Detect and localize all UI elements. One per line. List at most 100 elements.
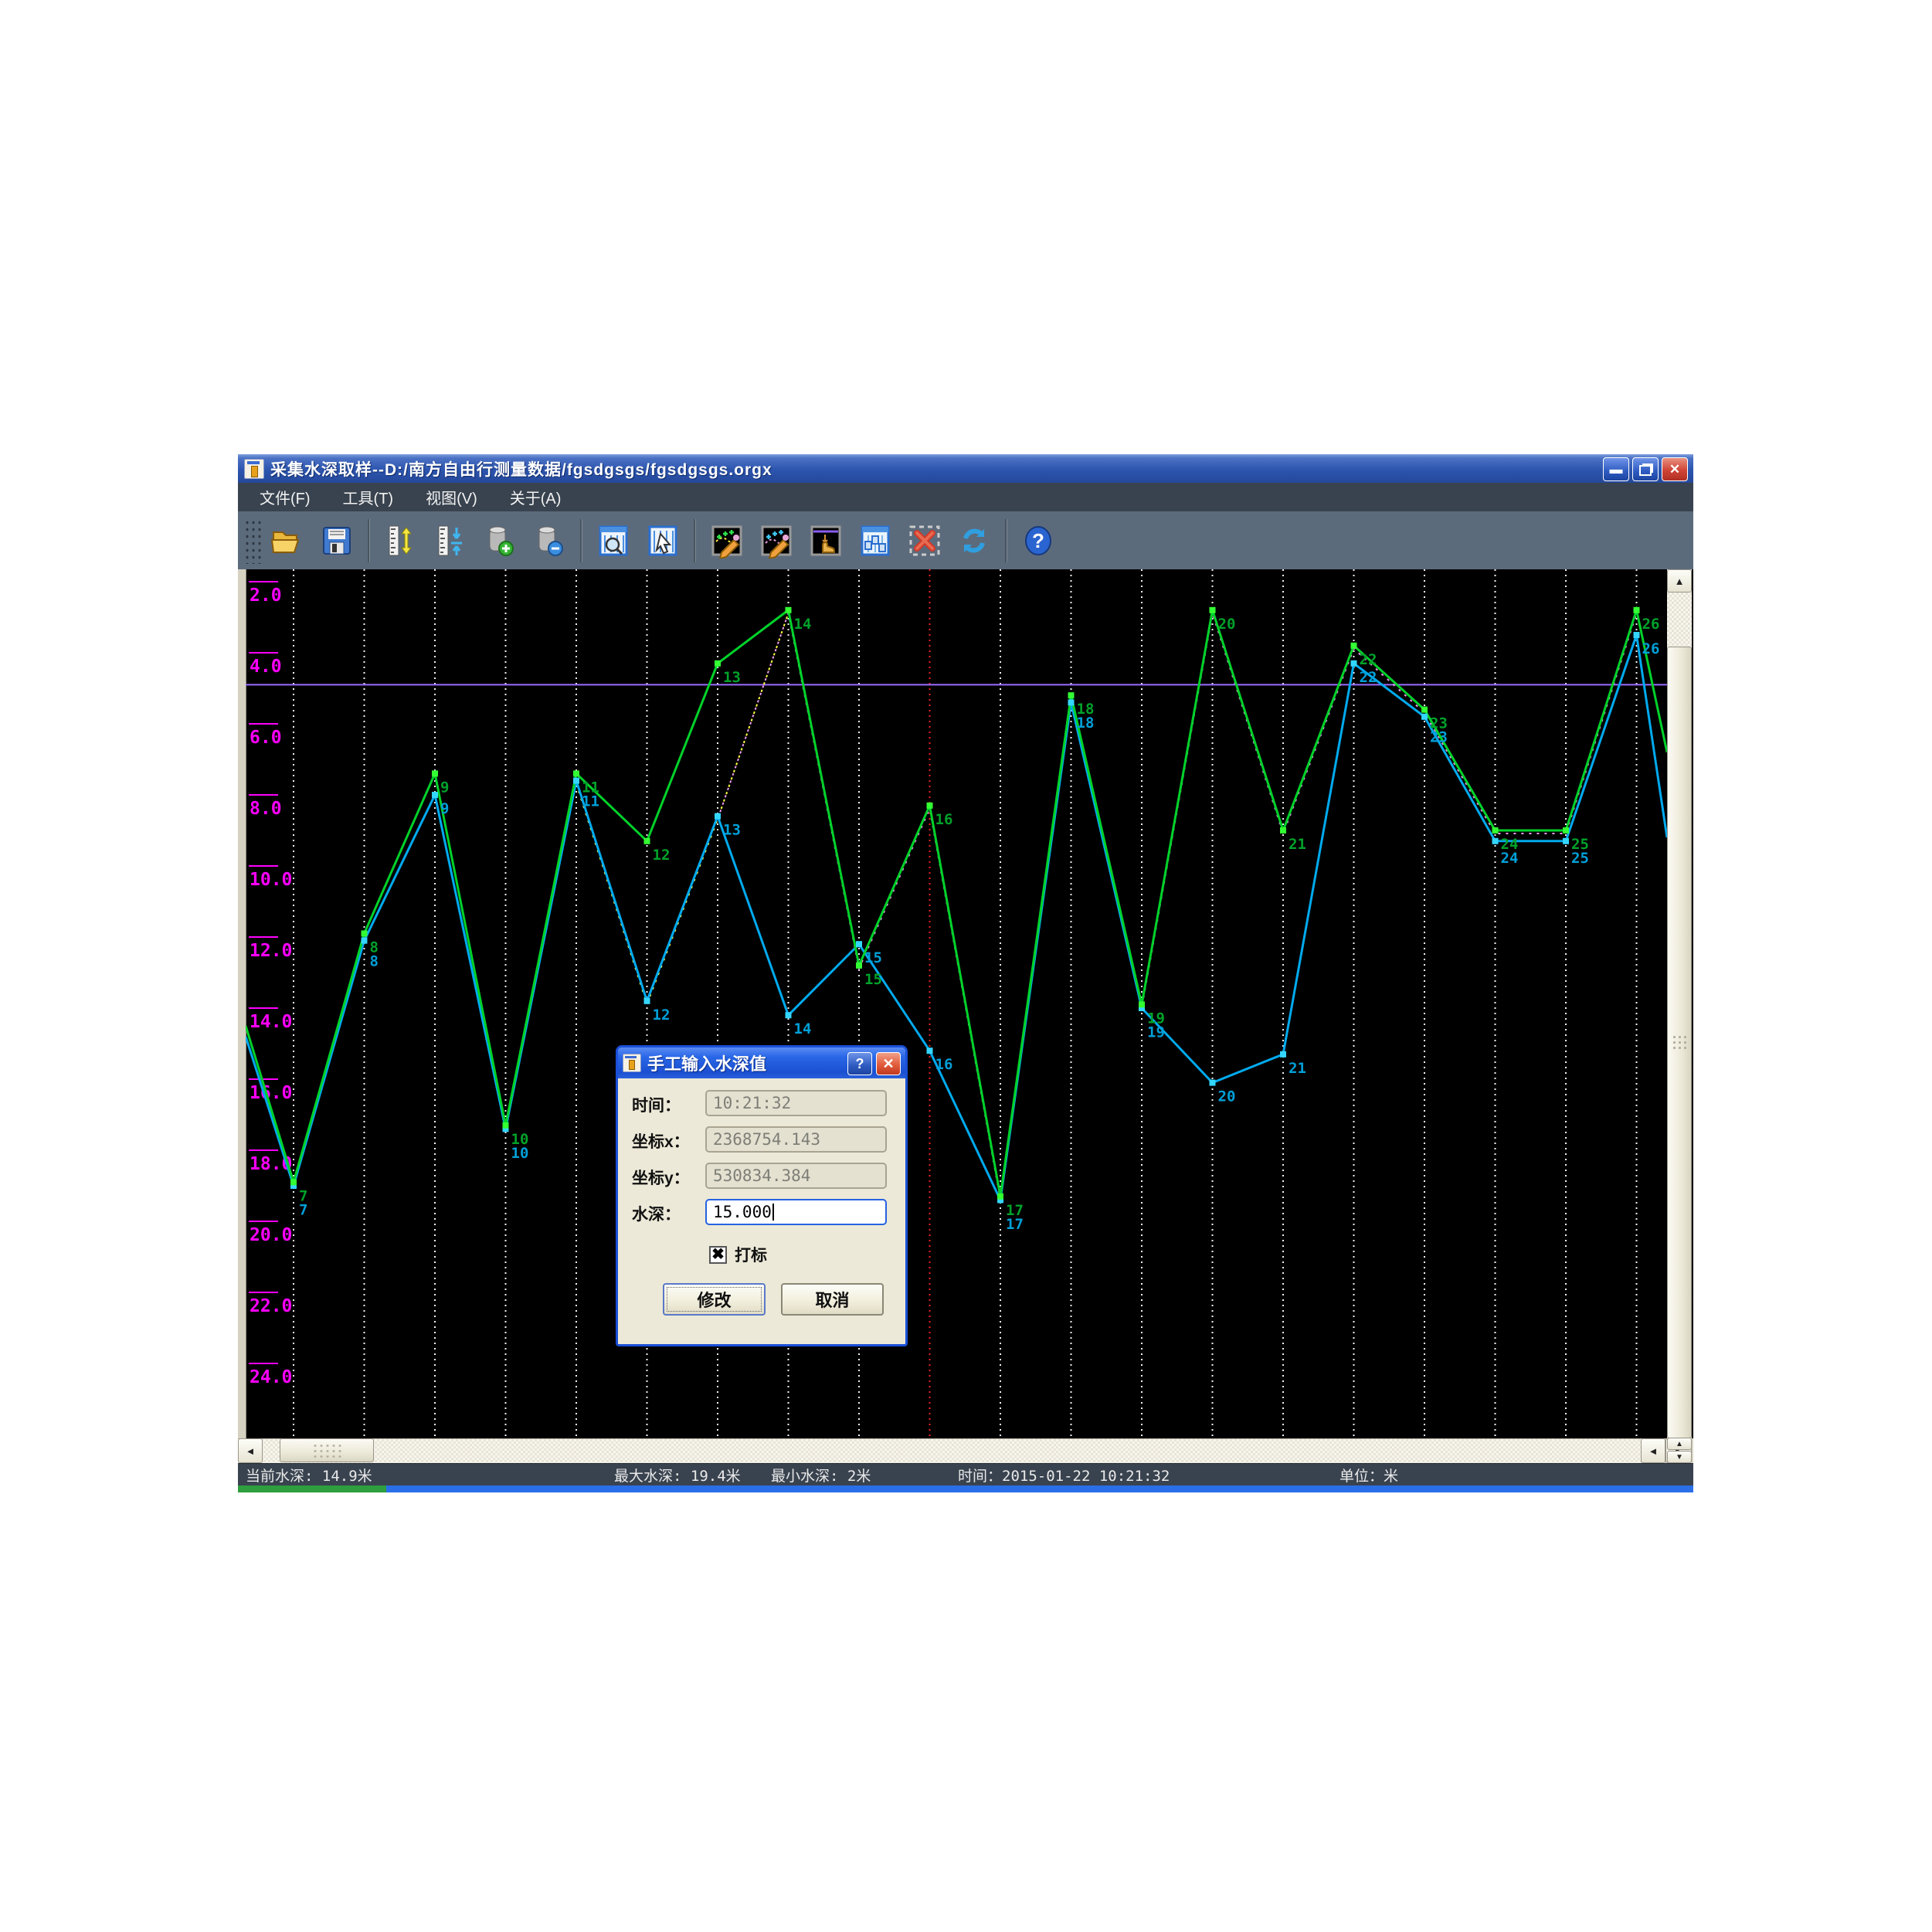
green-point-marker xyxy=(573,770,579,776)
green-point-marker xyxy=(1210,607,1216,613)
delete-mark-button[interactable] xyxy=(902,518,947,563)
green-point-marker xyxy=(927,803,933,809)
data-remove-button[interactable] xyxy=(527,518,572,563)
cyan-point-label: 7 xyxy=(299,1201,307,1218)
scroll-left-button-2[interactable]: ◄ xyxy=(1641,1438,1665,1463)
mark-checkbox[interactable]: ✖ xyxy=(709,1246,727,1264)
screenshot-canvas: 采集水深取样--D:/南方自由行测量数据/fgsdgsgs/fgsdgsgs.o… xyxy=(0,0,1932,1932)
vertical-scroll-thumb[interactable] xyxy=(1667,647,1692,1438)
delete-mark-icon xyxy=(907,523,942,559)
depth-input[interactable]: 15.000 xyxy=(705,1199,887,1225)
cyan-point-marker xyxy=(432,792,438,798)
green-point-marker xyxy=(715,660,721,667)
vertical-scrollbar[interactable]: ▲ xyxy=(1667,569,1692,1438)
cyan-point-label: 9 xyxy=(440,800,449,817)
green-point-label: 14 xyxy=(794,616,812,633)
scroll-up-small-button[interactable]: ▲ xyxy=(1667,1438,1692,1450)
window-title: 采集水深取样--D:/南方自由行测量数据/fgsdgsgs/fgsdgsgs.o… xyxy=(270,457,772,480)
cyan-point-label: 17 xyxy=(1006,1216,1024,1233)
scroll-left-button[interactable]: ◄ xyxy=(238,1438,263,1463)
cyan-point-label: 23 xyxy=(1430,729,1448,746)
toolbar-separator xyxy=(1005,519,1007,562)
window-bottom-border xyxy=(238,1486,1693,1492)
toolbar-grip[interactable] xyxy=(243,518,263,564)
axis-label: 22.0 xyxy=(250,1296,292,1316)
open-file-button[interactable] xyxy=(265,518,310,563)
depth-scale-expand-button[interactable] xyxy=(379,518,423,563)
dialog-help-button[interactable]: ? xyxy=(847,1052,872,1075)
cyan-point-label: 20 xyxy=(1218,1088,1236,1105)
green-point-marker xyxy=(1280,827,1286,834)
green-point-marker xyxy=(644,838,650,844)
scroll-up-button[interactable]: ▲ xyxy=(1667,569,1692,593)
toolbar: ? xyxy=(238,511,1693,570)
edit-green-line-icon xyxy=(709,523,745,559)
cancel-button[interactable]: 取消 xyxy=(781,1283,884,1316)
cyan-point-label: 8 xyxy=(370,952,379,969)
cyan-point-label: 26 xyxy=(1642,640,1660,657)
save-file-button[interactable] xyxy=(314,518,359,563)
cyan-depth-line xyxy=(246,635,1667,1200)
status-bar: 当前水深: 14.9米 最大水深: 19.4米 最小水深: 2米 时间：2015… xyxy=(238,1463,1693,1486)
menu-tools[interactable]: 工具(T) xyxy=(332,483,405,511)
close-button[interactable]: ✕ xyxy=(1662,457,1688,481)
vertical-scroll-track[interactable] xyxy=(1667,593,1692,647)
depth-chart[interactable]: 2.04.06.08.010.012.014.016.018.020.022.0… xyxy=(246,569,1667,1438)
pick-depth-point-button[interactable] xyxy=(803,518,848,563)
dialog-close-button[interactable]: ✕ xyxy=(876,1052,901,1075)
horizontal-scrollbar[interactable]: ◄ ◄ ► ▲ ▼ xyxy=(238,1438,1693,1463)
refresh-button[interactable] xyxy=(952,518,997,563)
cyan-point-marker xyxy=(573,778,579,784)
edit-green-line-button[interactable] xyxy=(705,518,749,563)
app-window: 采集水深取样--D:/南方自由行测量数据/fgsdgsgs/fgsdgsgs.o… xyxy=(238,454,1693,1492)
cyan-point-label: 16 xyxy=(935,1056,953,1073)
axis-label: 6.0 xyxy=(250,728,282,748)
cyan-point-marker xyxy=(1563,838,1569,844)
svg-text:?: ? xyxy=(1032,529,1044,552)
cyan-point-label: 12 xyxy=(653,1007,671,1024)
modify-button[interactable]: 修改 xyxy=(663,1283,766,1316)
green-point-marker xyxy=(503,1122,509,1129)
display-settings-button[interactable] xyxy=(853,518,898,563)
open-file-icon xyxy=(270,523,305,559)
pick-depth-point-icon xyxy=(808,523,844,559)
data-add-button[interactable] xyxy=(477,518,522,563)
scroll-down-small-button[interactable]: ▼ xyxy=(1667,1451,1692,1463)
green-point-label: 16 xyxy=(935,811,953,828)
cyan-point-label: 10 xyxy=(511,1145,529,1162)
green-point-marker xyxy=(1421,707,1428,713)
menu-about[interactable]: 关于(A) xyxy=(499,483,572,511)
menu-view[interactable]: 视图(V) xyxy=(415,483,488,511)
pointer-select-button[interactable] xyxy=(640,518,685,563)
green-point-marker xyxy=(1492,827,1499,834)
cyan-point-label: 13 xyxy=(723,822,741,839)
minimize-button[interactable]: ▬ xyxy=(1603,457,1629,481)
menu-file[interactable]: 文件(F) xyxy=(249,483,321,511)
depth-scale-fit-button[interactable] xyxy=(428,518,473,563)
cyan-point-marker xyxy=(786,1012,792,1018)
axis-label: 14.0 xyxy=(250,1012,292,1032)
axis-label: 10.0 xyxy=(250,870,292,890)
readonly-field: 530834.384 xyxy=(705,1163,887,1189)
green-point-label: 15 xyxy=(864,971,882,988)
help-button[interactable]: ? xyxy=(1016,518,1061,563)
horizontal-scroll-track[interactable] xyxy=(238,1438,1641,1464)
restore-icon xyxy=(1639,465,1652,476)
zoom-window-button[interactable] xyxy=(591,518,636,563)
pointer-select-icon xyxy=(645,523,681,559)
green-point-marker xyxy=(1351,643,1357,649)
edit-cyan-line-button[interactable] xyxy=(754,518,799,563)
dialog-title-bar[interactable]: 手工输入水深值 ? ✕ xyxy=(618,1047,905,1078)
cyan-point-marker xyxy=(362,938,368,944)
chart-area[interactable]: 2.04.06.08.010.012.014.016.018.020.022.0… xyxy=(238,569,1693,1438)
axis-label: 16.0 xyxy=(250,1083,292,1103)
green-point-marker xyxy=(1563,827,1569,834)
axis-label: 2.0 xyxy=(250,586,282,606)
restore-button[interactable] xyxy=(1632,457,1659,481)
cyan-point-label: 21 xyxy=(1289,1060,1306,1077)
horizontal-scroll-thumb[interactable] xyxy=(280,1438,374,1462)
field-label: 时间： xyxy=(632,1093,681,1116)
cyan-point-marker xyxy=(1068,699,1075,705)
axis-label: 8.0 xyxy=(250,799,282,819)
axis-label: 24.0 xyxy=(250,1367,292,1387)
